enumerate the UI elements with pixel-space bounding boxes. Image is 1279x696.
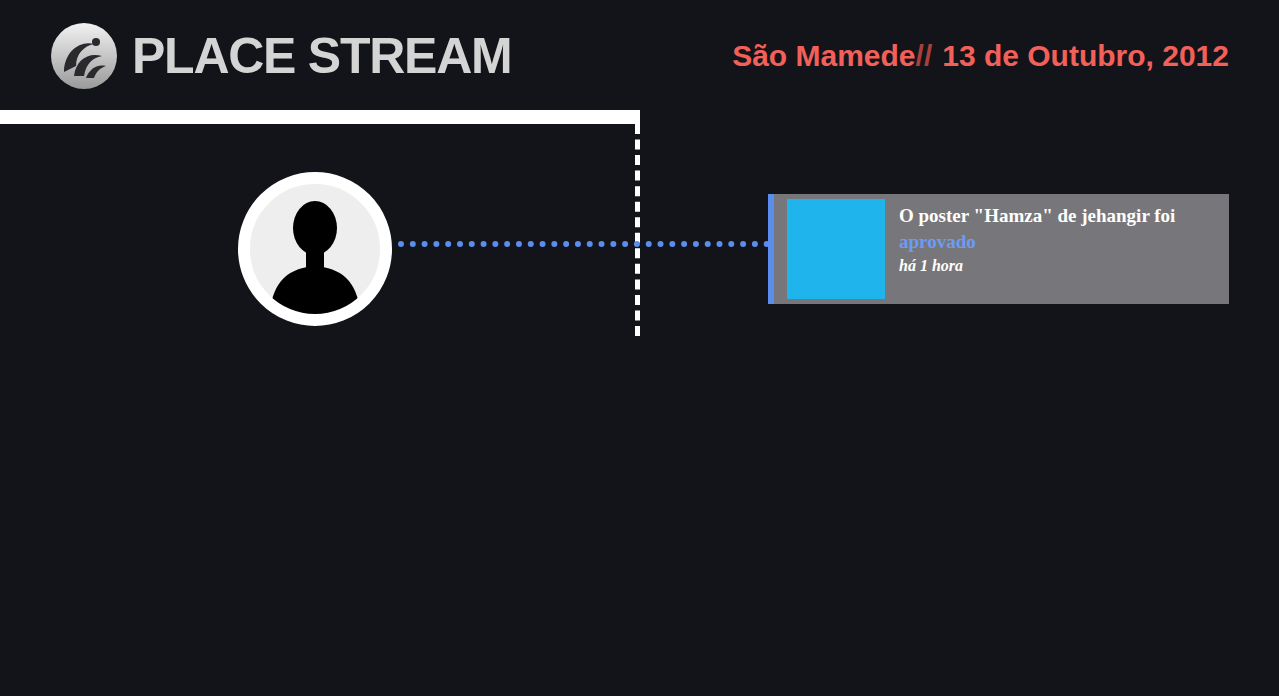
- separator: //: [916, 39, 933, 72]
- user-avatar[interactable]: [238, 172, 392, 326]
- event-time: há 1 hora: [899, 255, 1219, 277]
- user-silhouette-icon: [250, 184, 380, 314]
- logo-icon: [50, 22, 118, 90]
- place-date: São Mamede// 13 de Outubro, 2012: [732, 41, 1229, 71]
- place-stream-page: PLACE STREAM São Mamede// 13 de Outubro, 2…: [0, 0, 1279, 696]
- timeline-axis: [635, 124, 640, 336]
- logo[interactable]: PLACE STREAM: [50, 22, 511, 90]
- event-card[interactable]: O poster "Hamza" de jehangir foi aprovad…: [768, 194, 1229, 304]
- event-status[interactable]: aprovado: [899, 231, 976, 252]
- timeline-bar: [0, 110, 640, 124]
- event-text: O poster "Hamza" de jehangir foi aprovad…: [899, 199, 1219, 299]
- poster-thumbnail: [787, 199, 885, 299]
- date: 13 de Outubro, 2012: [942, 39, 1229, 72]
- location: São Mamede: [732, 39, 915, 72]
- event-message: O poster "Hamza" de jehangir foi: [899, 205, 1175, 226]
- logo-text: PLACE STREAM: [132, 31, 511, 81]
- header: PLACE STREAM São Mamede// 13 de Outubro, 2…: [0, 0, 1279, 92]
- connector-line: [398, 241, 770, 247]
